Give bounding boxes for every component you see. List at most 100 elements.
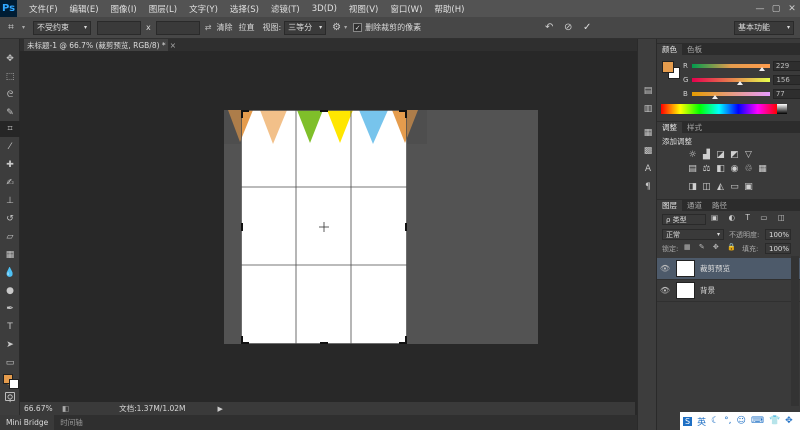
- pen-icon[interactable]: ✒: [0, 301, 20, 317]
- tab-adjustments[interactable]: 调整: [657, 122, 682, 133]
- menu-edit[interactable]: 编辑(E): [64, 3, 105, 15]
- black-white-icon[interactable]: ◧: [715, 163, 726, 174]
- lock-icons[interactable]: ▦ ✎ ✥ 🔒: [684, 243, 739, 251]
- eye-icon[interactable]: 👁: [657, 264, 673, 273]
- stamp-icon[interactable]: ⊥: [0, 193, 20, 209]
- menu-3d[interactable]: 3D(D): [306, 4, 343, 14]
- delete-cropped-checkbox[interactable]: ✓: [353, 23, 363, 32]
- crop-icon[interactable]: ⌗: [0, 121, 20, 137]
- slider-marker-icon[interactable]: [737, 80, 744, 85]
- color-lookup-icon[interactable]: ▦: [757, 163, 768, 174]
- gear-icon[interactable]: ⚙: [332, 22, 341, 33]
- skin-icon[interactable]: 👕: [769, 416, 780, 426]
- close-icon[interactable]: ×: [170, 41, 176, 50]
- lasso-icon[interactable]: ᘓ: [0, 87, 20, 103]
- workspace-select[interactable]: 基本功能 ▾: [734, 20, 794, 35]
- tab-mini-bridge[interactable]: Mini Bridge: [0, 415, 55, 430]
- emoji-icon[interactable]: ☺: [737, 416, 746, 426]
- spectrum-bw[interactable]: [777, 104, 787, 114]
- eyedropper-icon[interactable]: ⁄: [0, 139, 20, 155]
- threshold-icon[interactable]: ◭: [715, 181, 726, 192]
- color-spectrum[interactable]: [661, 104, 777, 114]
- document-tab[interactable]: 未标题-1 @ 66.7% (裁剪预览, RGB/8) * ×: [24, 39, 176, 51]
- exposure-icon[interactable]: ◩: [729, 149, 740, 160]
- minimize-button[interactable]: —: [752, 0, 768, 17]
- layers-scrollbar[interactable]: [791, 256, 799, 406]
- ratio-select[interactable]: 不受约束 ▾: [33, 20, 92, 35]
- tab-color[interactable]: 颜色: [657, 44, 682, 55]
- tab-channels[interactable]: 通道: [682, 200, 707, 211]
- zoom-level[interactable]: 66.67%: [24, 404, 56, 413]
- move-icon[interactable]: ✥: [0, 51, 20, 67]
- invert-icon[interactable]: ◨: [687, 181, 698, 192]
- hue-sat-icon[interactable]: ▤: [687, 163, 698, 174]
- opacity-input[interactable]: 100%: [765, 229, 791, 240]
- properties-icon[interactable]: ▥: [638, 101, 658, 117]
- photo-filter-icon[interactable]: ◉: [729, 163, 740, 174]
- tab-paths[interactable]: 路径: [707, 200, 732, 211]
- background-color-swatch[interactable]: [9, 379, 19, 389]
- close-button[interactable]: ✕: [784, 0, 800, 17]
- marquee-icon[interactable]: ⬚: [0, 69, 20, 85]
- b-value[interactable]: 77: [772, 88, 800, 99]
- view-select[interactable]: 三等分 ▾: [284, 20, 327, 35]
- b-gradient[interactable]: [691, 91, 770, 99]
- layer-row-crop-preview[interactable]: 👁 裁剪预览: [657, 258, 800, 280]
- ime-mode[interactable]: 英: [697, 415, 706, 428]
- path-select-icon[interactable]: ➤: [0, 337, 20, 353]
- tab-styles[interactable]: 样式: [682, 122, 707, 133]
- blend-mode-select[interactable]: 正常 ▾: [662, 229, 724, 240]
- width-input[interactable]: [97, 20, 142, 35]
- swap-icon[interactable]: ⇄: [205, 23, 212, 32]
- g-value[interactable]: 156: [773, 74, 800, 85]
- posterize-icon[interactable]: ◫: [701, 181, 712, 192]
- channel-mixer-icon[interactable]: ♲: [743, 163, 754, 174]
- brightness-icon[interactable]: ☼: [687, 149, 698, 160]
- clone-source-icon[interactable]: ▩: [638, 143, 658, 159]
- eraser-icon[interactable]: ▱: [0, 229, 20, 245]
- r-gradient[interactable]: [691, 63, 770, 71]
- gradient-icon[interactable]: ▦: [0, 247, 20, 263]
- shape-icon[interactable]: ▭: [0, 355, 20, 371]
- menu-filter[interactable]: 滤镜(T): [265, 3, 306, 15]
- menu-type[interactable]: 文字(Y): [183, 3, 224, 15]
- levels-icon[interactable]: ▟: [701, 149, 712, 160]
- height-input[interactable]: [155, 20, 200, 35]
- keyboard-icon[interactable]: ⌨: [751, 416, 764, 426]
- menu-select[interactable]: 选择(S): [224, 3, 265, 15]
- r-value[interactable]: 229: [772, 60, 800, 71]
- healing-icon[interactable]: ✚: [0, 157, 20, 173]
- quick-select-icon[interactable]: ✎: [0, 105, 20, 121]
- paragraph-icon[interactable]: ¶: [638, 179, 658, 195]
- slider-marker-icon[interactable]: [758, 66, 765, 71]
- fill-input[interactable]: 100%: [765, 243, 791, 254]
- curves-icon[interactable]: ◪: [715, 149, 726, 160]
- character-icon[interactable]: A: [638, 161, 658, 177]
- r-slider[interactable]: R 229: [683, 60, 800, 71]
- crop-tool-preset-icon[interactable]: ⌗: [0, 22, 22, 33]
- dodge-icon[interactable]: ●: [0, 283, 20, 299]
- brush-icon[interactable]: ✍: [0, 175, 20, 191]
- b-slider[interactable]: B 77: [683, 88, 800, 99]
- gradient-map-icon[interactable]: ▭: [729, 181, 740, 192]
- tab-swatches[interactable]: 色板: [682, 44, 707, 55]
- color-foreground-swatch[interactable]: [662, 61, 674, 73]
- crop-grid[interactable]: [241, 110, 407, 344]
- reset-icon[interactable]: ↶: [545, 22, 553, 33]
- tab-timeline[interactable]: 时间轴: [54, 417, 89, 428]
- preset-dropdown-icon[interactable]: ▾: [22, 24, 25, 31]
- menu-help[interactable]: 帮助(H): [428, 3, 470, 15]
- layer-filter-icons[interactable]: ▣ ◐ T ▭ ◫: [711, 213, 789, 222]
- status-arrow-icon[interactable]: ▶: [218, 405, 223, 413]
- restore-button[interactable]: ▢: [768, 0, 784, 17]
- vibrance-icon[interactable]: ▽: [743, 149, 754, 160]
- brush-panel-icon[interactable]: ▦: [638, 125, 658, 141]
- tab-layers[interactable]: 图层: [657, 200, 682, 211]
- menu-file[interactable]: 文件(F): [23, 3, 64, 15]
- slider-marker-icon[interactable]: [712, 94, 719, 99]
- type-icon[interactable]: T: [0, 319, 20, 335]
- tools-icon[interactable]: ✥: [785, 416, 793, 426]
- blur-icon[interactable]: 💧: [0, 265, 20, 281]
- selective-color-icon[interactable]: ▣: [743, 181, 754, 192]
- gear-dropdown-icon[interactable]: ▾: [344, 24, 347, 31]
